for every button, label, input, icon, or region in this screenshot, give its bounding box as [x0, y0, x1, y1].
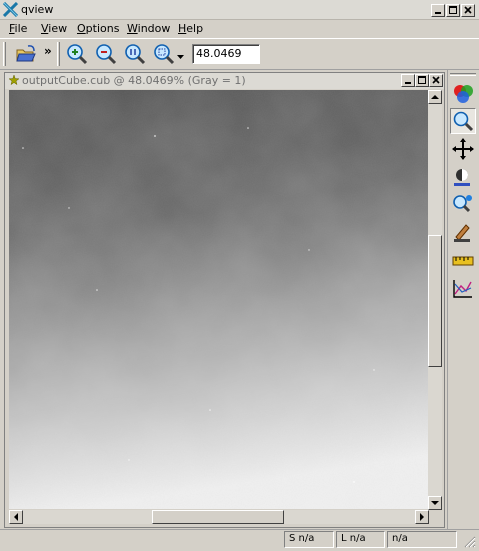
zoom-menu-button[interactable] [177, 51, 185, 64]
pan-tool-button[interactable] [450, 136, 476, 162]
zoom-fit-icon [154, 44, 175, 65]
scroll-up-button[interactable] [428, 90, 442, 104]
find-tool-icon [453, 195, 472, 213]
menu-file[interactable]: File [9, 22, 27, 35]
toolbar-extension-button[interactable]: » [44, 44, 52, 58]
value-readout: n/a [387, 531, 457, 548]
open-folder-icon [16, 45, 36, 62]
menu-view-label: iew [48, 22, 68, 35]
scroll-left-button[interactable] [9, 510, 23, 524]
open-button[interactable] [14, 42, 38, 66]
edit-tool-icon [454, 224, 470, 242]
scroll-right-button[interactable] [415, 510, 429, 524]
vertical-scrollbar[interactable] [428, 90, 442, 510]
horizontal-scroll-thumb[interactable] [152, 510, 284, 524]
cube-close-button[interactable] [429, 74, 443, 87]
window-title: qview [21, 3, 54, 16]
cube-minimize-button[interactable] [401, 74, 415, 87]
menu-options-label: ptions [85, 22, 120, 35]
edit-tool-button[interactable] [450, 220, 476, 246]
menu-window-accel: W [127, 22, 138, 35]
minimize-icon [435, 12, 441, 14]
cube-maximize-button[interactable] [415, 74, 429, 87]
horizontal-scrollbar[interactable] [9, 510, 429, 524]
cube-window-title: outputCube.cub @ 48.0469% (Gray = 1) [22, 74, 246, 87]
toolpad-grip[interactable] [450, 73, 476, 76]
zoom-input[interactable]: 48.0469 [192, 44, 260, 64]
zoom-tool-icon [453, 111, 474, 132]
zoom-out-button[interactable] [94, 42, 118, 66]
stretch-tool-icon [454, 169, 470, 186]
qview-icon [2, 1, 19, 18]
dropdown-arrow-icon [177, 55, 184, 59]
zoom-out-icon [96, 44, 117, 65]
menu-window-label: indow [137, 22, 171, 35]
minimize-icon [405, 82, 411, 84]
menu-options[interactable]: Options [77, 22, 119, 35]
zoom-tool-button[interactable] [450, 108, 476, 134]
size-grip[interactable] [462, 534, 476, 551]
stretch-tool-button[interactable] [450, 164, 476, 190]
zoom-fit-button[interactable] [152, 42, 176, 66]
close-button[interactable] [461, 4, 475, 17]
plot-tool-button[interactable] [450, 276, 476, 302]
menu-window[interactable]: Window [127, 22, 170, 35]
vertical-scroll-thumb[interactable] [428, 235, 442, 367]
band-tool-icon [454, 85, 473, 103]
zoom-actual-button[interactable] [123, 42, 147, 66]
toolbar-grip[interactable] [57, 42, 60, 66]
window-titlebar[interactable] [0, 0, 479, 20]
measure-tool-button[interactable] [450, 248, 476, 274]
band-tool-button[interactable] [450, 80, 476, 106]
menubar: File View Options Window Help [0, 20, 479, 38]
maximize-button[interactable] [446, 4, 460, 17]
arrow-down-icon [431, 501, 439, 505]
zoom-in-button[interactable] [65, 42, 89, 66]
pin-icon [8, 74, 20, 88]
menu-file-label: ile [14, 22, 28, 35]
arrow-up-icon [431, 95, 439, 99]
line-readout: L n/a [336, 531, 385, 548]
menu-help-label: elp [186, 22, 204, 35]
menu-view[interactable]: View [41, 22, 67, 35]
plot-tool-icon [453, 280, 472, 298]
toolbar-grip[interactable] [3, 42, 6, 66]
pan-tool-icon [452, 138, 474, 160]
cube-image [9, 90, 428, 509]
close-icon [432, 76, 440, 84]
zoom-actual-icon [125, 44, 146, 65]
menu-options-accel: O [77, 22, 86, 35]
sample-readout: S n/a [284, 531, 334, 548]
find-tool-button[interactable] [450, 192, 476, 218]
maximize-icon [449, 6, 457, 14]
close-icon [464, 6, 472, 14]
minimize-button[interactable] [431, 4, 445, 17]
arrow-right-icon [420, 513, 424, 521]
measure-tool-icon [452, 256, 474, 266]
zoom-in-icon [67, 44, 88, 65]
scroll-down-button[interactable] [428, 496, 442, 510]
cube-image-display[interactable] [9, 90, 428, 509]
arrow-left-icon [14, 513, 18, 521]
menu-help[interactable]: Help [178, 22, 203, 35]
maximize-icon [418, 76, 426, 84]
